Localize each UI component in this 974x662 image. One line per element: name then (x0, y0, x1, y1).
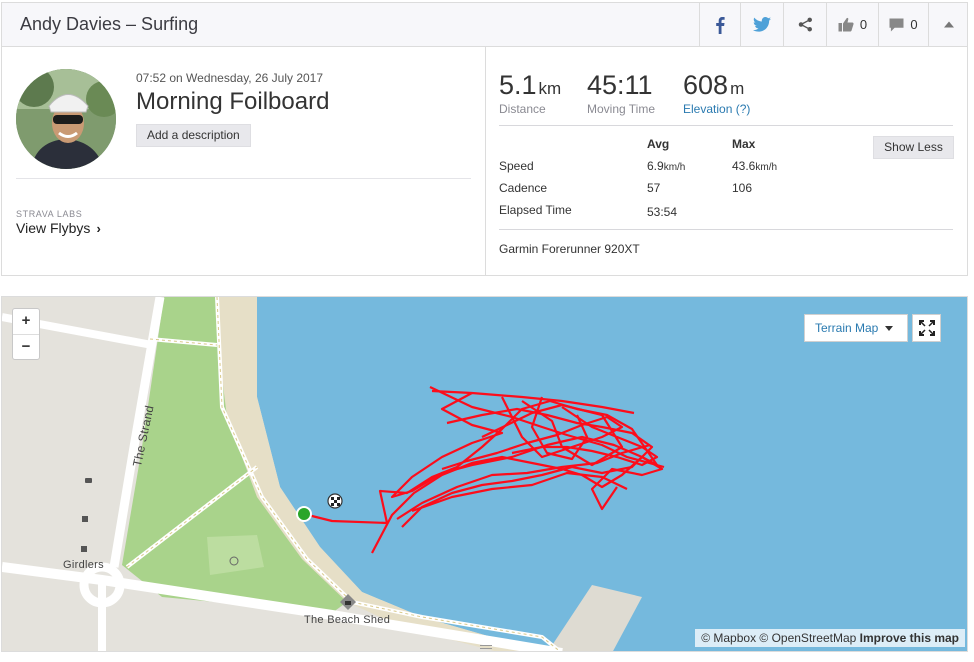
activity-map[interactable]: The Strand Girdlers The Beach Shed + − T… (1, 296, 968, 652)
activity-stats-pane: 5.1 km Distance 45:11 Moving Time 608 m El… (487, 47, 967, 276)
twitter-share-button[interactable] (740, 3, 783, 46)
elevation-help-link[interactable]: Elevation (?) (683, 102, 750, 116)
elapsed-time-avg: 53:54 (647, 205, 678, 219)
resize-handle[interactable] (480, 645, 492, 649)
view-flybys-link[interactable]: View Flybys › (16, 220, 101, 236)
divider (499, 229, 953, 230)
athlete-avatar[interactable] (16, 69, 116, 169)
comment-count: 0 (910, 17, 918, 32)
activity-datetime: 07:52 on Wednesday, 26 July 2017 (136, 71, 324, 85)
activity-summary-pane: 07:52 on Wednesday, 26 July 2017 Morning… (2, 47, 486, 276)
add-description-button[interactable]: Add a description (136, 124, 251, 147)
share-icon (798, 17, 812, 32)
kudos-button[interactable]: 0 (826, 3, 878, 46)
share-button[interactable] (783, 3, 826, 46)
moving-time-label: Moving Time (587, 102, 656, 116)
improve-map-link[interactable]: Improve this map (860, 631, 959, 645)
view-flybys-label: View Flybys (16, 220, 91, 236)
collapse-button[interactable] (928, 3, 968, 46)
zoom-in-button[interactable]: + (13, 309, 39, 334)
kudos-count: 0 (859, 17, 868, 32)
zoom-out-button[interactable]: − (13, 334, 39, 359)
caret-down-icon (885, 326, 893, 331)
avg-header: Avg (647, 137, 670, 151)
map-attribution: © Mapbox © OpenStreetMap Improve this ma… (695, 629, 965, 647)
moving-time-value: 45:11 (587, 70, 653, 100)
moving-time-stat: 45:11 Moving Time (587, 70, 655, 116)
facebook-icon (716, 16, 725, 34)
activity-title: Andy Davies – Surfing (20, 14, 199, 34)
fullscreen-icon (918, 320, 935, 336)
map-type-select[interactable]: Terrain Map (804, 314, 908, 342)
max-header: Max (732, 137, 756, 151)
strava-labs-label: STRAVA LABS (16, 209, 83, 219)
activity-name: Morning Foilboard (136, 88, 330, 115)
elevation-stat: 608 m Elevation (?) (683, 70, 750, 116)
cadence-avg: 57 (647, 181, 661, 195)
distance-value: 5.1 (499, 70, 537, 100)
elapsed-time-label: Elapsed Time (499, 203, 572, 217)
divider (16, 178, 471, 179)
cadence-max: 106 (732, 181, 753, 195)
map-type-label: Terrain Map (815, 321, 879, 335)
speed-label: Speed (499, 159, 534, 173)
device-name: Garmin Forerunner 920XT (499, 242, 640, 256)
distance-label: Distance (499, 102, 546, 116)
activity-header: Andy Davies – Surfing 0 0 (2, 3, 967, 47)
elevation-unit: m (730, 79, 745, 98)
cadence-label: Cadence (499, 181, 548, 195)
facebook-share-button[interactable] (699, 3, 740, 46)
chevron-right-icon: › (96, 220, 101, 236)
map-canvas[interactable] (2, 297, 968, 652)
poi-label-beach-shed: The Beach Shed (304, 614, 391, 626)
comment-icon (889, 17, 904, 32)
poi-label-girdlers: Girdlers (63, 559, 104, 571)
speed-max: 43.6km/h (732, 159, 778, 173)
collapse-icon (943, 21, 954, 28)
attribution-text: © Mapbox © OpenStreetMap (701, 631, 857, 645)
activity-card: Andy Davies – Surfing 0 0 07:52 on Wedne… (1, 2, 968, 276)
distance-unit: km (538, 79, 562, 98)
thumbs-up-icon (838, 17, 854, 32)
elevation-value: 608 (683, 70, 729, 100)
speed-avg: 6.9km/h (647, 159, 686, 173)
show-less-button[interactable]: Show Less (873, 136, 954, 159)
divider (499, 125, 953, 126)
distance-stat: 5.1 km Distance (499, 70, 561, 116)
twitter-icon (753, 17, 771, 32)
comments-button[interactable]: 0 (878, 3, 928, 46)
zoom-control: + − (12, 308, 40, 360)
fullscreen-button[interactable] (912, 314, 941, 342)
